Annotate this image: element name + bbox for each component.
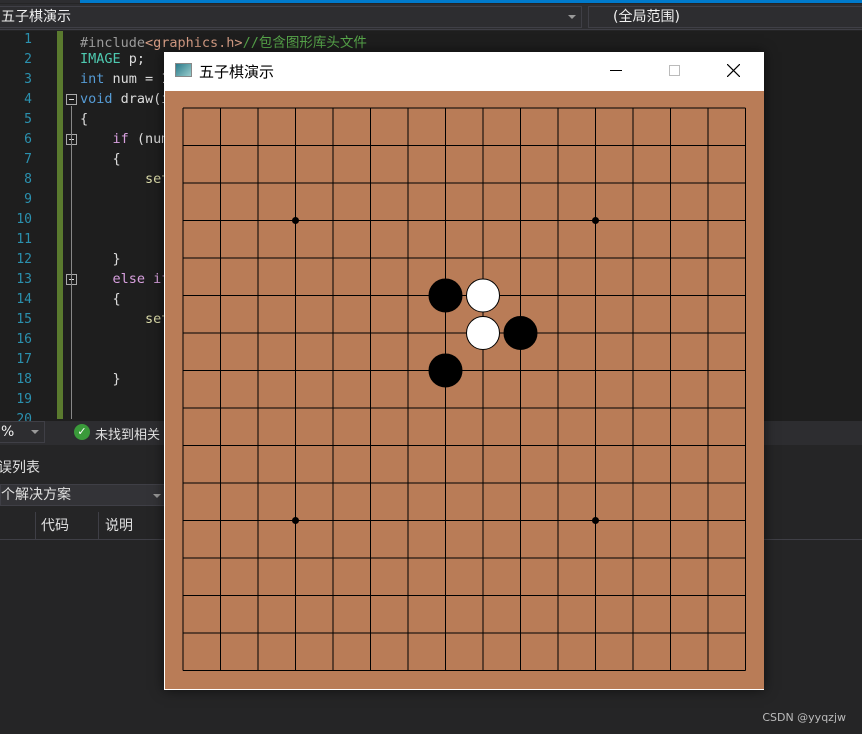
black-stone <box>428 278 463 313</box>
line-number: 10 <box>16 212 32 227</box>
chevron-down-icon <box>31 430 39 434</box>
line-number: 2 <box>24 52 32 67</box>
column-code[interactable]: 代码 <box>35 512 69 540</box>
scope-combo-label: (全局范围) <box>613 9 680 25</box>
line-number: 3 <box>24 72 32 87</box>
line-number: 12 <box>16 252 32 267</box>
file-combo[interactable]: 五子棋演示 <box>0 6 582 28</box>
minimize-icon[interactable] <box>610 70 622 71</box>
code-line: else if <box>80 271 170 287</box>
code-line: } <box>80 251 121 267</box>
line-number: 4 <box>24 92 32 107</box>
line-number: 6 <box>24 132 32 147</box>
line-number: 18 <box>16 372 32 387</box>
watermark: CSDN @yyqzjw <box>762 711 846 724</box>
code-line: set <box>80 171 170 187</box>
close-icon[interactable] <box>727 64 740 77</box>
fold-line <box>71 106 72 419</box>
window-titlebar[interactable]: 五子棋演示 <box>164 52 764 91</box>
star-point <box>292 517 299 524</box>
line-number: 11 <box>16 232 32 247</box>
black-stone <box>503 316 538 350</box>
check-icon: ✓ <box>74 424 90 440</box>
game-window: 五子棋演示 <box>164 52 764 690</box>
code-line: void draw(i <box>80 91 169 107</box>
navigation-bar: 五子棋演示 (全局范围) <box>0 4 862 30</box>
star-point <box>292 217 299 224</box>
code-line: { <box>80 291 121 307</box>
code-line: { <box>80 111 89 127</box>
gomoku-board[interactable] <box>165 91 764 689</box>
panel-title: 误列表 <box>0 460 40 476</box>
star-point <box>592 217 599 224</box>
line-number: 16 <box>16 332 32 347</box>
line-number: 19 <box>16 392 32 407</box>
line-number: 14 <box>16 292 32 307</box>
line-number: 8 <box>24 172 32 187</box>
line-number: 7 <box>24 152 32 167</box>
line-number: 17 <box>16 352 32 367</box>
chevron-down-icon <box>153 494 161 498</box>
title-strip <box>0 0 862 3</box>
app-icon <box>175 63 192 77</box>
code-line: IMAGE p; <box>80 51 146 67</box>
code-line: set <box>80 311 170 327</box>
zoom-value: % <box>1 424 15 440</box>
solution-filter[interactable]: 个解决方案 <box>0 484 168 506</box>
line-number: 9 <box>24 192 32 207</box>
code-line: if (num <box>80 131 170 147</box>
maximize-icon[interactable] <box>669 65 680 76</box>
file-combo-label: 五子棋演示 <box>1 9 71 25</box>
scope-combo[interactable]: (全局范围) <box>588 6 862 28</box>
solution-filter-label: 个解决方案 <box>1 487 71 503</box>
line-number: 5 <box>24 112 32 127</box>
chevron-down-icon <box>568 15 576 19</box>
code-line: #include<graphics.h>//包含图形库头文件 <box>80 35 367 51</box>
window-title: 五子棋演示 <box>199 63 275 81</box>
black-stone <box>428 353 463 388</box>
issues-text: 未找到相关 <box>95 428 161 443</box>
code-line: } <box>80 371 121 387</box>
white-stone <box>466 316 500 350</box>
white-stone <box>466 278 500 313</box>
line-number: 13 <box>16 272 32 287</box>
change-bar <box>57 31 63 419</box>
column-description[interactable]: 说明 <box>98 512 133 540</box>
zoom-dropdown[interactable]: % <box>0 421 45 443</box>
star-point <box>592 517 599 524</box>
line-number: 15 <box>16 312 32 327</box>
collapse-icon[interactable] <box>66 94 77 105</box>
code-line: int num = 1 <box>80 71 170 87</box>
code-line: { <box>80 151 121 167</box>
line-number: 1 <box>24 32 32 47</box>
